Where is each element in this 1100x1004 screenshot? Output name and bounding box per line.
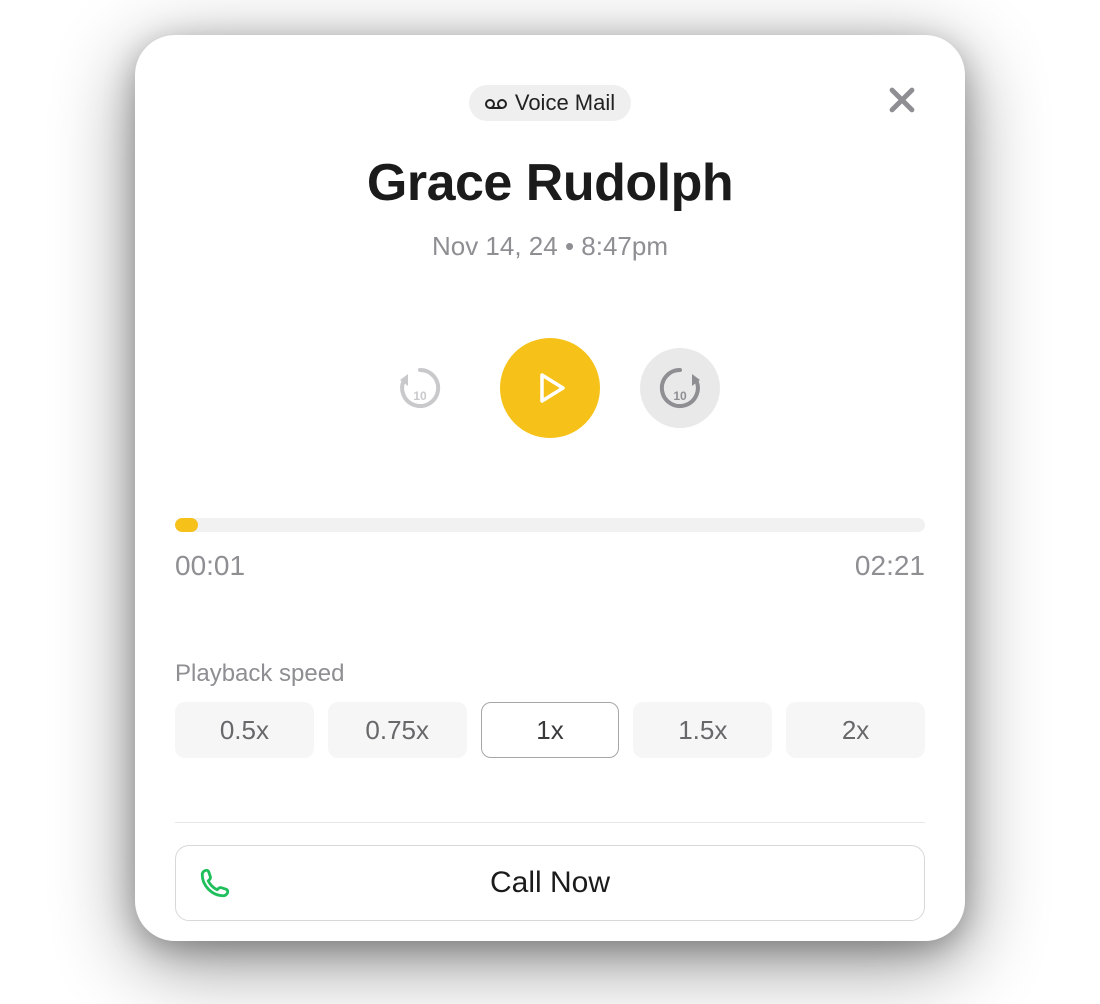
svg-text:10: 10 bbox=[673, 389, 687, 403]
playback-controls: 10 10 bbox=[175, 338, 925, 438]
speed-0-75x[interactable]: 0.75x bbox=[328, 702, 467, 758]
call-datetime: Nov 14, 24 • 8:47pm bbox=[175, 231, 925, 262]
divider bbox=[175, 822, 925, 823]
close-button[interactable] bbox=[879, 77, 925, 128]
voicemail-card: Voice Mail Grace Rudolph Nov 14, 24 • 8:… bbox=[135, 35, 965, 941]
current-time: 00:01 bbox=[175, 550, 245, 582]
speed-1x[interactable]: 1x bbox=[481, 702, 620, 758]
close-icon bbox=[885, 83, 919, 117]
rewind-10-button[interactable]: 10 bbox=[380, 348, 460, 428]
speed-0-5x[interactable]: 0.5x bbox=[175, 702, 314, 758]
playback-speed-label: Playback speed bbox=[175, 660, 925, 688]
phone-icon bbox=[198, 866, 232, 900]
total-time: 02:21 bbox=[855, 550, 925, 582]
play-button[interactable] bbox=[500, 338, 600, 438]
forward-10-button[interactable]: 10 bbox=[640, 348, 720, 428]
rewind-10-icon: 10 bbox=[394, 362, 446, 414]
voicemail-icon bbox=[485, 90, 507, 116]
voicemail-badge: Voice Mail bbox=[469, 85, 631, 121]
playback-speed-row: 0.5x 0.75x 1x 1.5x 2x bbox=[175, 702, 925, 758]
call-now-button[interactable]: Call Now bbox=[175, 845, 925, 921]
progress-track[interactable] bbox=[175, 518, 925, 532]
forward-10-icon: 10 bbox=[654, 362, 706, 414]
play-icon bbox=[529, 367, 571, 409]
call-now-label: Call Now bbox=[490, 866, 610, 900]
voicemail-badge-label: Voice Mail bbox=[515, 90, 615, 116]
time-row: 00:01 02:21 bbox=[175, 550, 925, 582]
caller-name: Grace Rudolph bbox=[175, 153, 925, 213]
progress-fill bbox=[175, 518, 198, 532]
speed-1-5x[interactable]: 1.5x bbox=[633, 702, 772, 758]
svg-text:10: 10 bbox=[413, 389, 427, 403]
header-row: Voice Mail bbox=[175, 85, 925, 121]
speed-2x[interactable]: 2x bbox=[786, 702, 925, 758]
